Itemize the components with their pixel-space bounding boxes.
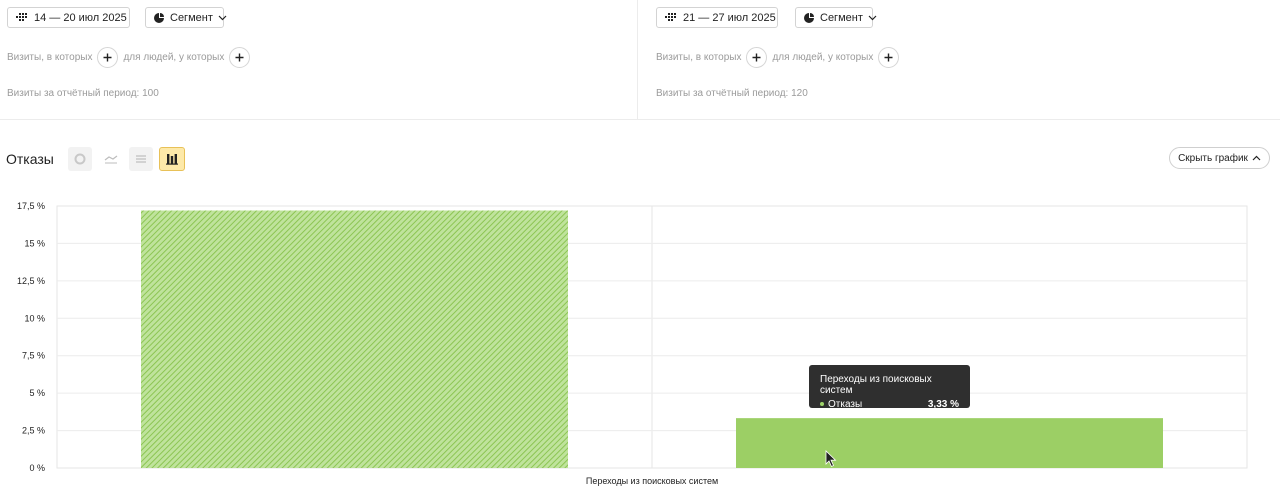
- y-tick-label: 15 %: [24, 238, 45, 248]
- chevron-down-icon: [868, 15, 877, 21]
- chart-type-pie-button[interactable]: [68, 147, 92, 171]
- line-chart-icon: [104, 155, 118, 164]
- series-dot-icon: [820, 402, 824, 407]
- y-tick-label: 2,5 %: [22, 426, 45, 436]
- y-tick-label: 17,5 %: [17, 201, 45, 211]
- y-tick-label: 10 %: [24, 313, 45, 323]
- visits-count-text: Визиты за отчётный период: 120: [656, 88, 808, 99]
- date-range-button-left[interactable]: 14 — 20 июл 2025: [7, 7, 130, 28]
- pie-chart-icon: [804, 12, 814, 23]
- left-comparison-panel: 14 — 20 июл 2025 Сегмент Визиты, в котор…: [0, 0, 638, 119]
- y-tick-label: 12,5 %: [17, 276, 45, 286]
- filter-visits-label: Визиты, в которых: [656, 52, 742, 63]
- date-range-label: 21 — 27 июл 2025: [683, 11, 776, 24]
- pie-chart-icon: [74, 153, 86, 165]
- add-people-condition-button[interactable]: [878, 47, 900, 68]
- filter-row-right: Визиты, в которых для людей, у которых: [656, 47, 904, 68]
- plus-icon: [235, 53, 244, 62]
- filter-people-label: для людей, у которых: [123, 52, 225, 63]
- filter-visits-label: Визиты, в которых: [7, 52, 93, 63]
- plus-icon: [884, 53, 893, 62]
- right-comparison-panel: 21 — 27 июл 2025 Сегмент Визиты, в котор…: [638, 0, 1280, 119]
- bar-series-2[interactable]: [736, 418, 1163, 468]
- pie-chart-icon: [154, 12, 164, 23]
- date-range-button-right[interactable]: 21 — 27 июл 2025: [656, 7, 778, 28]
- calendar-icon: [665, 13, 677, 22]
- filter-people-label: для людей, у которых: [772, 52, 874, 63]
- y-tick-label: 5 %: [29, 388, 45, 398]
- bar-chart-icon: [166, 154, 178, 165]
- filter-row-left: Визиты, в которых для людей, у которых: [7, 47, 255, 68]
- chart-tooltip: Переходы из поисковых систем Отказы 3,33…: [809, 365, 970, 410]
- x-axis-category-label: Переходы из поисковых систем: [586, 476, 718, 486]
- plus-icon: [752, 53, 761, 62]
- segment-button-left[interactable]: Сегмент: [145, 7, 227, 28]
- hide-chart-button[interactable]: Скрыть график: [1169, 147, 1270, 169]
- y-tick-label: 7,5 %: [22, 351, 45, 361]
- area-chart-icon: [136, 155, 146, 163]
- plus-icon: [103, 53, 112, 62]
- tooltip-row: Отказы 3,33 %: [820, 399, 959, 410]
- tooltip-value: 3,33 %: [927, 399, 959, 410]
- add-visit-condition-button[interactable]: [97, 47, 119, 68]
- segment-button-right[interactable]: Сегмент: [795, 7, 877, 28]
- visits-count-text: Визиты за отчётный период: 100: [7, 88, 159, 99]
- chevron-up-icon: [1252, 155, 1261, 161]
- section-divider: [0, 119, 1280, 120]
- chart-title: Отказы: [6, 151, 54, 167]
- chevron-down-icon: [218, 15, 227, 21]
- chart-type-line-button[interactable]: [99, 147, 123, 171]
- tooltip-metric: Отказы: [828, 399, 863, 410]
- segment-label: Сегмент: [170, 11, 213, 24]
- y-tick-label: 0 %: [29, 463, 45, 473]
- add-visit-condition-button[interactable]: [746, 47, 768, 68]
- calendar-icon: [16, 13, 28, 22]
- bar-chart: 0 % 2,5 % 5 % 7,5 % 10 % 12,5 % 15 % 17,5 % Пер…: [17, 201, 1248, 486]
- date-range-label: 14 — 20 июл 2025: [34, 11, 127, 24]
- segment-label: Сегмент: [820, 11, 863, 24]
- chart-type-area-button[interactable]: [129, 147, 153, 171]
- bar-series-1[interactable]: [141, 210, 568, 468]
- tooltip-title: Переходы из поисковых систем: [820, 374, 932, 396]
- hide-chart-label: Скрыть график: [1178, 152, 1248, 164]
- add-people-condition-button[interactable]: [229, 47, 251, 68]
- chart-type-bar-button[interactable]: [159, 147, 185, 171]
- mouse-cursor-icon: [825, 450, 837, 468]
